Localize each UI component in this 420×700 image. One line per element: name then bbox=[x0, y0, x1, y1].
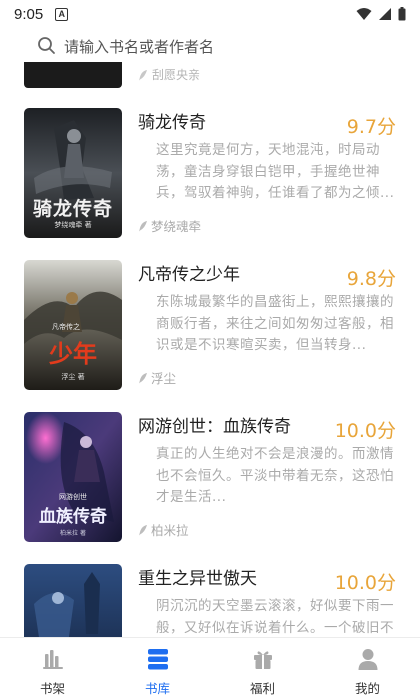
cover-title: 少年 bbox=[49, 339, 97, 368]
book-score: 10.0分 bbox=[334, 572, 396, 594]
nav-library[interactable]: 书库 bbox=[105, 638, 210, 700]
book-item[interactable]: 网游创世 血族传奇 柏米拉 著 网游创世：血族传奇 10.0分 真正的人生绝对不… bbox=[0, 412, 420, 562]
book-title[interactable]: 凡帝传之少年 bbox=[138, 260, 240, 285]
book-cover[interactable]: 网游创世 血族传奇 柏米拉 著 bbox=[24, 412, 122, 542]
cover-subtitle: 凡帝传之 bbox=[52, 323, 80, 331]
book-description: 阴沉沉的天空墨云滚滚，好似要下雨一般，又好似在诉说着什么。一个破旧不 bbox=[156, 598, 394, 636]
nav-mine[interactable]: 我的 bbox=[315, 638, 420, 700]
book-description: 这里究竟是何方，天地混沌，时局动荡，童洁身穿银白铠甲，手握绝世神兵，驾驭着神驹，… bbox=[156, 142, 395, 201]
search-placeholder: 请输入书名或者作者名 bbox=[64, 37, 215, 56]
search-icon bbox=[38, 37, 55, 54]
signal-icon bbox=[379, 8, 391, 20]
book-score: 9.8分 bbox=[346, 268, 396, 290]
cover-author: 浮尘 著 bbox=[61, 373, 85, 381]
book-title[interactable]: 重生之异世傲天 bbox=[138, 564, 257, 589]
author-name: 刮愿央亲 bbox=[152, 68, 201, 82]
book-title[interactable]: 骑龙传奇 bbox=[138, 108, 206, 133]
status-bar: 9:05 A bbox=[0, 0, 420, 28]
search-bar[interactable]: 请输入书名或者作者名 bbox=[22, 30, 402, 62]
status-icons bbox=[356, 7, 406, 21]
feather-icon bbox=[139, 524, 147, 535]
feather-icon bbox=[139, 372, 147, 383]
bottom-nav: 书架 书库 福利 我的 bbox=[0, 637, 420, 700]
notification-icon: A bbox=[55, 7, 69, 21]
book-description: 真正的人生绝对不会是浪漫的。而激情也不会恒久。平淡中带着无奈，这恐怕才是生活..… bbox=[156, 446, 394, 505]
book-item[interactable]: 骑龙传奇 梦绕魂牵 著 骑龙传奇 9.7分 这里究竟是何方，天地混沌，时局动荡，… bbox=[0, 108, 420, 258]
book-score: 10.0分 bbox=[334, 420, 396, 442]
library-icon bbox=[147, 649, 168, 670]
book-cover[interactable]: 凡帝传之 少年 浮尘 著 bbox=[24, 260, 122, 390]
feather-icon bbox=[139, 220, 147, 231]
feather-icon bbox=[139, 69, 147, 80]
cover-author: 柏米拉 著 bbox=[60, 530, 86, 537]
book-cover[interactable] bbox=[24, 62, 122, 88]
battery-icon bbox=[398, 7, 406, 21]
nav-label: 书库 bbox=[144, 681, 170, 696]
nav-label: 书架 bbox=[39, 681, 65, 696]
bookshelf-icon bbox=[42, 650, 63, 669]
book-cover[interactable]: 骑龙传奇 梦绕魂牵 著 bbox=[24, 108, 122, 238]
book-title[interactable]: 网游创世：血族传奇 bbox=[138, 412, 291, 437]
book-author: 刮愿央亲 bbox=[138, 66, 200, 83]
wifi-icon bbox=[356, 8, 372, 20]
author-name: 浮尘 bbox=[151, 371, 177, 386]
book-item[interactable]: 凡帝传之 少年 浮尘 著 凡帝传之少年 9.8分 东陈城最繁华的昌盛街上，熙熙攘… bbox=[0, 260, 420, 410]
book-score: 9.7分 bbox=[346, 116, 396, 138]
author-name: 梦绕魂牵 bbox=[151, 219, 202, 234]
cover-title: 骑龙传奇 bbox=[32, 198, 113, 220]
cover-title: 血族传奇 bbox=[39, 507, 107, 527]
cover-subtitle: 梦绕魂牵 著 bbox=[54, 221, 92, 229]
status-time: 9:05 bbox=[14, 5, 44, 23]
nav-bookshelf[interactable]: 书架 bbox=[0, 638, 105, 700]
user-icon bbox=[358, 649, 377, 670]
gift-icon bbox=[253, 651, 272, 669]
nav-welfare[interactable]: 福利 bbox=[210, 638, 315, 700]
nav-label: 福利 bbox=[249, 681, 275, 696]
cover-subtitle: 网游创世 bbox=[59, 493, 87, 501]
book-author: 梦绕魂牵 bbox=[138, 216, 201, 235]
book-description: 东陈城最繁华的昌盛街上，熙熙攘攘的商贩行者，来往之间如匆匆过客般，相识或是不识寒… bbox=[156, 294, 394, 353]
book-author: 浮尘 bbox=[138, 368, 176, 387]
author-name: 柏米拉 bbox=[151, 523, 189, 538]
nav-label: 我的 bbox=[354, 681, 380, 696]
book-author: 柏米拉 bbox=[138, 520, 189, 539]
